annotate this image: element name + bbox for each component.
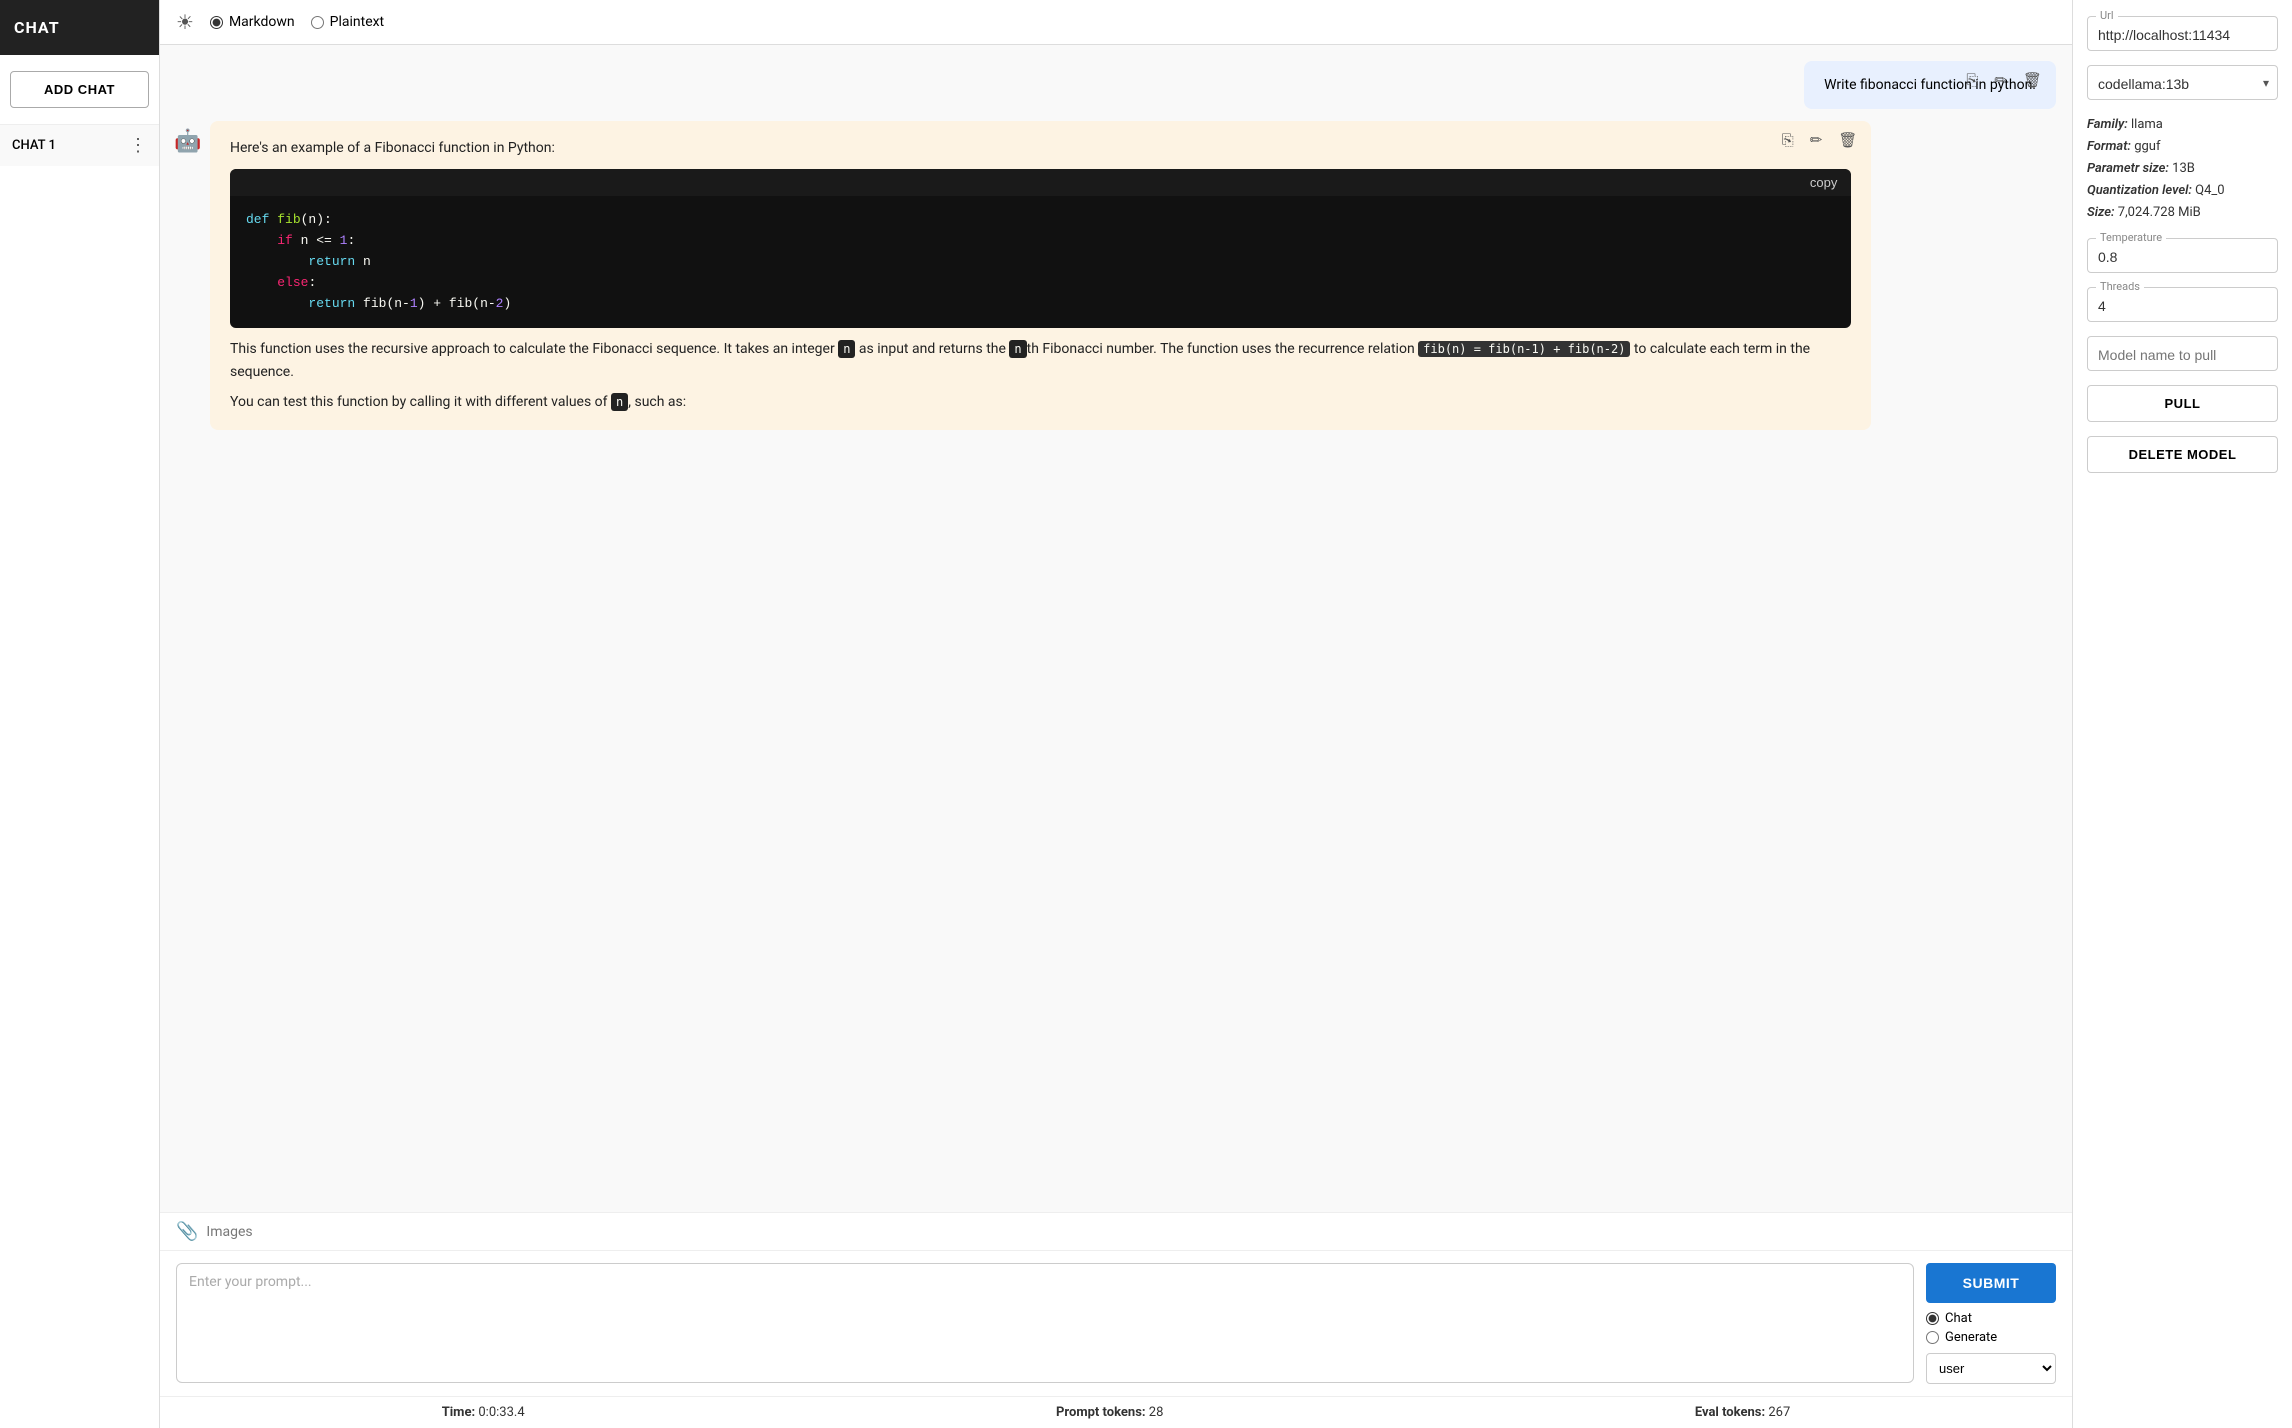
plaintext-option[interactable]: Plaintext	[311, 14, 385, 30]
temperature-label: Temperature	[2096, 231, 2166, 244]
threads-input[interactable]	[2098, 298, 2267, 314]
inline-formula: fib(n) = fib(n-1) + fib(n-2)	[1418, 341, 1630, 357]
images-label: Images	[206, 1224, 252, 1240]
assistant-message: ⎘ ✏ 🗑 Here's an example of a Fibonacci f…	[210, 121, 1871, 430]
inline-n-2: n	[1009, 340, 1026, 358]
param-size-value: 13B	[2172, 161, 2195, 176]
quant-value: Q4_0	[2195, 183, 2224, 198]
role-select-wrapper: user system assistant	[1926, 1353, 2056, 1384]
chat-item-menu-button[interactable]: ⋮	[129, 135, 147, 156]
model-select-group: codellama:13b llama2:7b mistral:7b ▾	[2087, 65, 2278, 100]
explanation-1: This function uses the recursive approac…	[230, 341, 838, 357]
delete-model-button[interactable]: DELETE MODEL	[2087, 436, 2278, 473]
prompt-tokens-label: Prompt tokens:	[1056, 1405, 1146, 1420]
model-pull-field-group	[2087, 336, 2278, 371]
generate-mode-option[interactable]: Generate	[1926, 1330, 2056, 1345]
topbar: ☀ Markdown Plaintext	[160, 0, 2072, 45]
attachment-icon: 📎	[176, 1221, 198, 1242]
eval-tokens-label: Eval tokens:	[1695, 1405, 1765, 1420]
time-display: Time: 0:0:33.4	[442, 1405, 525, 1420]
status-bar: Time: 0:0:33.4 Prompt tokens: 28 Eval to…	[160, 1396, 2072, 1428]
inline-n-3: n	[611, 393, 628, 411]
generate-mode-label: Generate	[1945, 1330, 1997, 1345]
chat-item[interactable]: CHAT 1 ⋮	[0, 124, 159, 166]
chat-mode-radio[interactable]	[1926, 1312, 1939, 1325]
plaintext-label: Plaintext	[330, 14, 385, 30]
explanation-3: th Fibonacci number. The function uses t…	[1027, 341, 1419, 357]
url-input[interactable]	[2098, 27, 2267, 43]
explanation-5: You can test this function by calling it…	[230, 394, 611, 410]
format-radio-group: Markdown Plaintext	[210, 14, 384, 30]
copy-user-message-button[interactable]: ⎘	[1962, 69, 1982, 91]
copy-assistant-message-button[interactable]: ⎘	[1778, 129, 1798, 151]
right-panel: Url codellama:13b llama2:7b mistral:7b ▾…	[2072, 0, 2292, 1428]
markdown-radio[interactable]	[210, 16, 223, 29]
family-value: llama	[2131, 117, 2163, 132]
mode-radio-group: Chat Generate	[1926, 1311, 2056, 1345]
generate-mode-radio[interactable]	[1926, 1331, 1939, 1344]
assistant-avatar-icon: 🤖	[174, 129, 201, 154]
chat-mode-label: Chat	[1945, 1311, 1972, 1326]
quant-label: Quantization level:	[2087, 183, 2192, 198]
family-label: Family:	[2087, 117, 2128, 132]
temperature-input[interactable]	[2098, 249, 2267, 265]
assistant-test-text: You can test this function by calling it…	[230, 391, 1851, 413]
delete-user-message-button[interactable]: 🗑	[2019, 69, 2046, 91]
copy-code-button[interactable]: copy	[1810, 175, 1837, 190]
model-info: Family: llama Format: gguf Parametr size…	[2087, 114, 2278, 224]
explanation-6: , such as:	[628, 394, 686, 410]
sidebar-title: CHAT	[0, 0, 159, 55]
format-value: gguf	[2134, 139, 2160, 154]
submit-button[interactable]: SUBMIT	[1926, 1263, 2056, 1303]
assistant-intro: Here's an example of a Fibonacci functio…	[230, 137, 1851, 159]
size-label: Size:	[2087, 205, 2115, 220]
code-content: def fib(n): if n <= 1: return n else: re…	[230, 196, 1851, 328]
prompt-input[interactable]	[176, 1263, 1914, 1383]
threads-label: Threads	[2096, 280, 2144, 293]
edit-assistant-message-button[interactable]: ✏	[1806, 129, 1827, 151]
user-message-actions: ⎘ ✏ 🗑	[1962, 69, 2046, 91]
prompt-tokens-display: Prompt tokens: 28	[1056, 1405, 1163, 1420]
chat-container: ⎘ ✏ 🗑 Write fibonacci function in python…	[160, 45, 2072, 1212]
edit-user-message-button[interactable]: ✏	[1990, 69, 2011, 91]
add-chat-button[interactable]: ADD CHAT	[10, 71, 149, 108]
assistant-explanation: This function uses the recursive approac…	[230, 338, 1851, 383]
temperature-field-group: Temperature	[2087, 238, 2278, 273]
model-select[interactable]: codellama:13b llama2:7b mistral:7b	[2098, 76, 2251, 92]
param-size-label: Parametr size:	[2087, 161, 2169, 176]
url-field-label: Url	[2096, 9, 2118, 22]
markdown-label: Markdown	[229, 14, 295, 30]
theme-toggle-button[interactable]: ☀	[176, 10, 194, 34]
code-block-header: copy	[230, 169, 1851, 196]
prompt-tokens-value: 28	[1149, 1405, 1164, 1420]
plaintext-radio[interactable]	[311, 16, 324, 29]
prompt-area: SUBMIT Chat Generate user system assista…	[160, 1250, 2072, 1396]
url-field-group: Url	[2087, 16, 2278, 51]
assistant-message-wrapper: 🤖 ⎘ ✏ 🗑 Here's an example of a Fibonacci…	[210, 121, 2056, 430]
user-message: ⎘ ✏ 🗑 Write fibonacci function in python…	[1804, 61, 2056, 109]
markdown-option[interactable]: Markdown	[210, 14, 295, 30]
inline-n-1: n	[838, 340, 855, 358]
assistant-message-actions: ⎘ ✏ 🗑	[1778, 129, 1862, 151]
explanation-2: as input and returns the	[855, 341, 1009, 357]
format-label: Format:	[2087, 139, 2131, 154]
eval-tokens-display: Eval tokens: 267	[1695, 1405, 1790, 1420]
eval-tokens-value: 267	[1768, 1405, 1790, 1420]
delete-assistant-message-button[interactable]: 🗑	[1834, 129, 1861, 151]
size-value: 7,024.728 MiB	[2118, 205, 2201, 220]
code-block: copy def fib(n): if n <= 1: return n els…	[230, 169, 1851, 328]
time-value: 0:0:33.4	[478, 1405, 524, 1420]
pull-button[interactable]: PULL	[2087, 385, 2278, 422]
role-select[interactable]: user system assistant	[1926, 1353, 2056, 1384]
main-area: ☀ Markdown Plaintext ⎘ ✏ 🗑 Write fibonac…	[160, 0, 2072, 1428]
model-pull-input[interactable]	[2098, 347, 2267, 363]
images-row: 📎 Images	[160, 1212, 2072, 1250]
chat-mode-option[interactable]: Chat	[1926, 1311, 2056, 1326]
model-select-arrow-icon: ▾	[2263, 76, 2269, 90]
prompt-controls: SUBMIT Chat Generate user system assista…	[1926, 1263, 2056, 1384]
sidebar: CHAT ADD CHAT CHAT 1 ⋮	[0, 0, 160, 1428]
chat-item-label: CHAT 1	[12, 138, 56, 153]
threads-field-group: Threads	[2087, 287, 2278, 322]
time-label: Time:	[442, 1405, 475, 1420]
